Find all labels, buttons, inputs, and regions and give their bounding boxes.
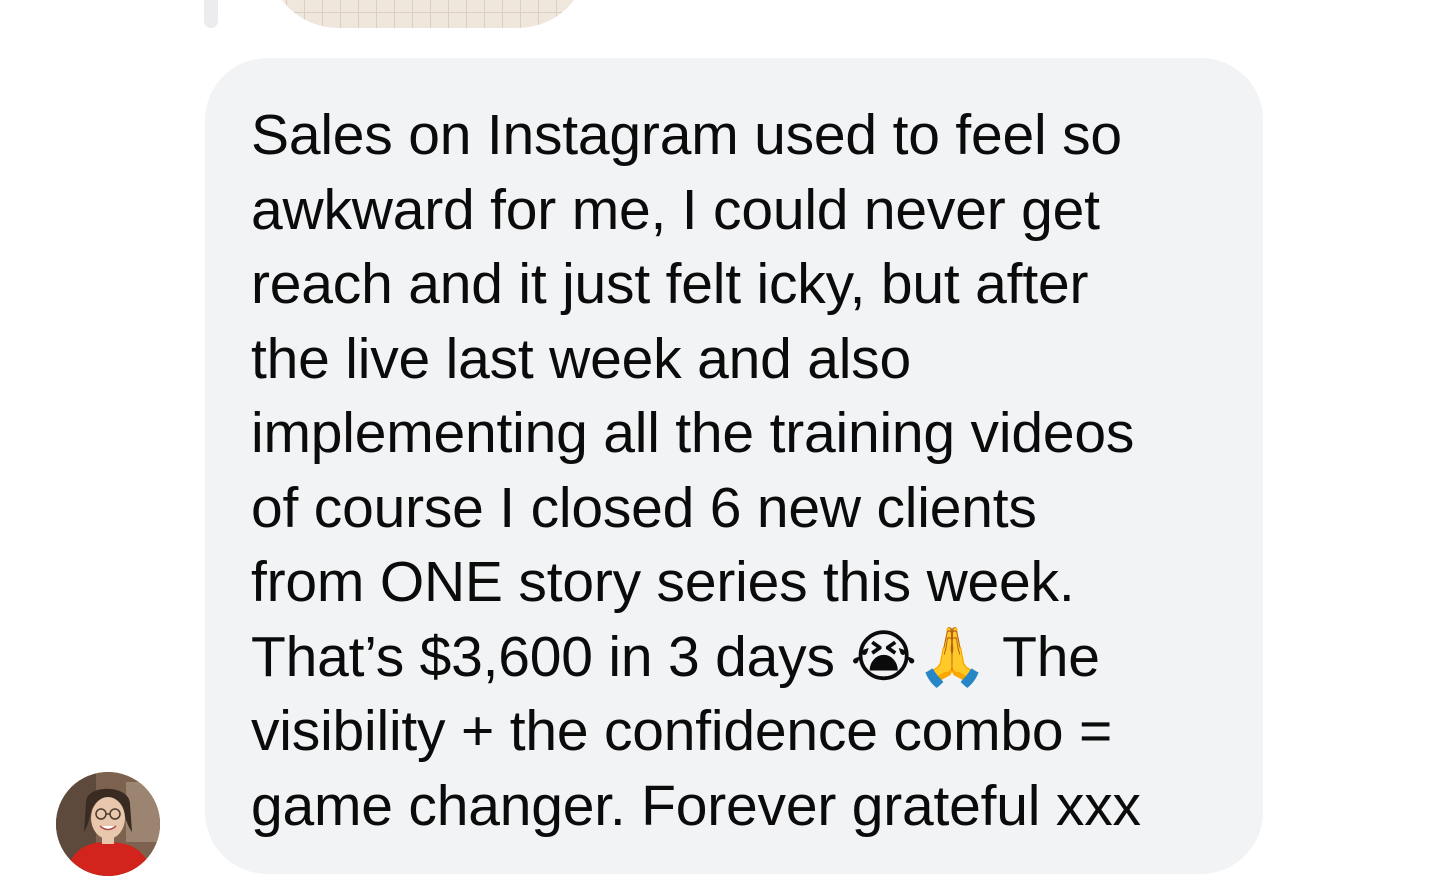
message-bubble[interactable]: Sales on Instagram used to feel so awkwa… (205, 58, 1263, 874)
chat-thread: Sales on Instagram used to feel so awkwa… (0, 0, 1440, 892)
previous-image-attachment[interactable] (268, 0, 588, 28)
contact-avatar[interactable] (56, 772, 160, 876)
message-text: Sales on Instagram used to feel so awkwa… (251, 103, 1141, 838)
reply-indicator-bar (204, 0, 218, 28)
avatar-photo-icon (56, 772, 160, 876)
